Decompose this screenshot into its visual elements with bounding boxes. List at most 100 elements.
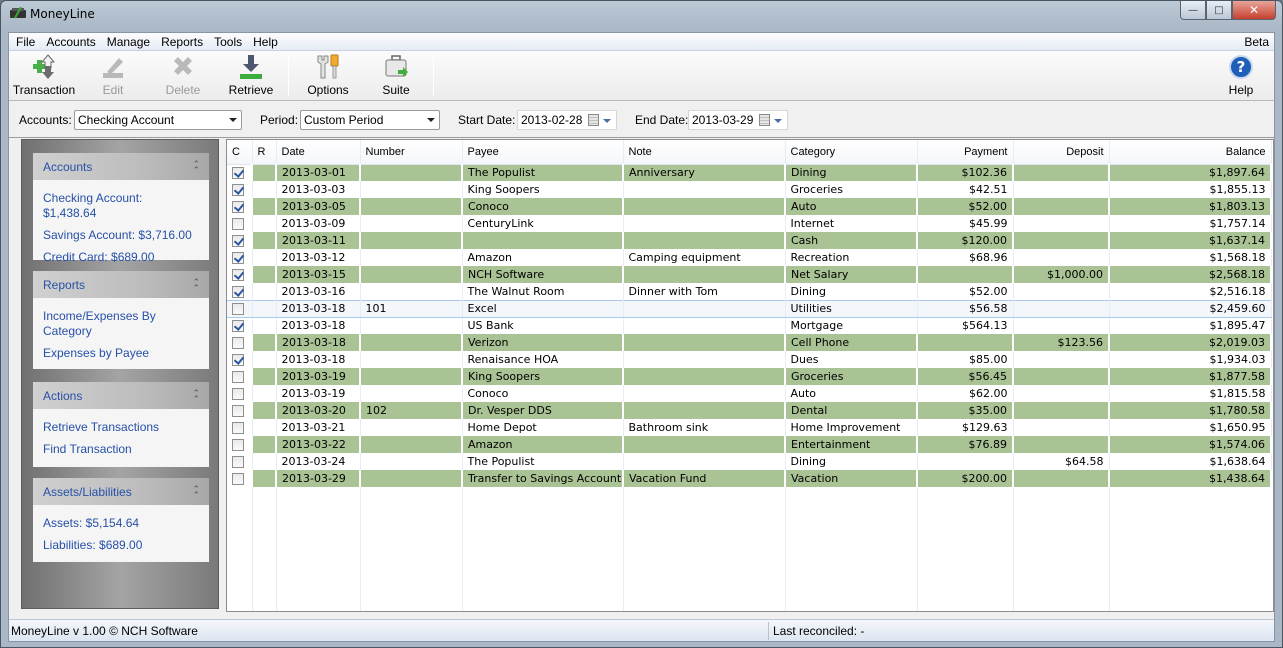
- cell-payee: King Soopers: [462, 181, 624, 198]
- sidebar: Accounts ⌃ ⌃ Checking Account: $1,438.64 …: [21, 139, 219, 609]
- cleared-checkbox[interactable]: [232, 388, 244, 400]
- cleared-checkbox[interactable]: [232, 320, 244, 333]
- accounts-value: Checking Account: [78, 113, 175, 127]
- table-row[interactable]: 2013-03-19 King Soopers Groceries $56.45 $1,…: [227, 368, 1272, 385]
- table-row[interactable]: 2013-03-05 Conoco Auto $52.00 $1,803.13: [227, 198, 1272, 215]
- period-dropdown[interactable]: Custom Period: [300, 110, 440, 130]
- table-row[interactable]: 2013-03-15 NCH Software Net Salary $1,000.0…: [227, 266, 1272, 283]
- cleared-checkbox[interactable]: [232, 269, 244, 281]
- cleared-checkbox[interactable]: [232, 473, 244, 485]
- cell-balance: $1,897.64: [1109, 164, 1272, 181]
- col-header-payee[interactable]: Payee: [462, 140, 624, 165]
- collapse-chevron-icon[interactable]: ⌃ ⌃: [192, 388, 199, 403]
- col-header-category[interactable]: Category: [785, 140, 918, 165]
- table-row[interactable]: 2013-03-21 Home Depot Bathroom sink Home Im…: [227, 419, 1272, 436]
- calendar-icon[interactable]: [759, 114, 770, 126]
- assets-link[interactable]: Assets: $5,154.64: [43, 516, 199, 531]
- table-row[interactable]: 2013-03-03 King Soopers Groceries $42.51 $1,…: [227, 181, 1272, 198]
- cell-deposit: [1013, 385, 1110, 402]
- transaction-button[interactable]: Transaction: [12, 53, 76, 99]
- end-date-field[interactable]: 2013-03-29: [688, 110, 788, 130]
- suite-button[interactable]: Suite: [374, 53, 418, 99]
- menu-tools[interactable]: Tools: [210, 33, 246, 51]
- delete-button[interactable]: Delete: [161, 53, 205, 99]
- cleared-checkbox[interactable]: [232, 167, 244, 180]
- table-row[interactable]: 2013-03-18 101 Excel Utilities $56.58 $2,459.…: [227, 299, 1272, 318]
- cell-number: [360, 266, 463, 283]
- menu-file[interactable]: File: [12, 33, 39, 51]
- start-date-field[interactable]: 2013-02-28: [517, 110, 617, 130]
- menu-accounts[interactable]: Accounts: [42, 33, 99, 51]
- retrieve-button[interactable]: Retrieve: [227, 53, 275, 99]
- calendar-icon[interactable]: [588, 114, 599, 126]
- cell-note: [623, 317, 786, 334]
- table-row[interactable]: 2013-03-18 Verizon Cell Phone $123.56 $2,019…: [227, 334, 1272, 351]
- table-row[interactable]: 2013-03-18 Renaisance HOA Dues $85.00 $1,934…: [227, 351, 1272, 368]
- options-button[interactable]: Options: [304, 53, 352, 99]
- assets-liabilities-panel-header[interactable]: Assets/Liabilities ⌃ ⌃: [33, 478, 209, 505]
- actions-panel-header[interactable]: Actions ⌃ ⌃: [33, 382, 209, 409]
- table-row[interactable]: 2013-03-18 US Bank Mortgage $564.13 $1,895.4…: [227, 317, 1272, 334]
- cleared-checkbox[interactable]: [232, 422, 244, 434]
- col-header-reconciled[interactable]: R: [252, 140, 277, 165]
- table-row[interactable]: 2013-03-16 The Walnut Room Dinner with Tom…: [227, 283, 1272, 300]
- col-header-note[interactable]: Note: [623, 140, 786, 165]
- col-header-date[interactable]: Date: [276, 140, 361, 165]
- cleared-checkbox[interactable]: [232, 285, 244, 298]
- checking-account-link[interactable]: Checking Account: $1,438.64: [43, 191, 199, 221]
- collapse-chevron-icon[interactable]: ⌃ ⌃: [192, 484, 199, 499]
- cell-payment: $68.96: [917, 249, 1014, 266]
- find-transaction-link[interactable]: Find Transaction: [43, 442, 199, 457]
- close-button[interactable]: ✕: [1232, 1, 1276, 20]
- menu-manage[interactable]: Manage: [103, 33, 154, 51]
- cleared-checkbox[interactable]: [232, 252, 244, 264]
- cleared-checkbox[interactable]: [232, 456, 244, 468]
- cleared-checkbox[interactable]: [232, 218, 244, 230]
- col-header-payment[interactable]: Payment: [917, 140, 1014, 165]
- cleared-checkbox[interactable]: [232, 184, 244, 196]
- cell-payment: $56.45: [917, 368, 1014, 385]
- savings-account-link[interactable]: Savings Account: $3,716.00: [43, 228, 199, 243]
- table-row[interactable]: 2013-03-11 Cash $120.00 $1,637.14: [227, 232, 1272, 249]
- table-row[interactable]: 2013-03-19 Conoco Auto $62.00 $1,815.58: [227, 385, 1272, 402]
- retrieve-transactions-link[interactable]: Retrieve Transactions: [43, 420, 199, 435]
- cleared-checkbox[interactable]: [232, 354, 244, 366]
- cleared-checkbox[interactable]: [232, 201, 244, 213]
- expenses-by-payee-link[interactable]: Expenses by Payee: [43, 346, 199, 361]
- table-row[interactable]: 2013-03-24 The Populist Dining $64.58 $1,638…: [227, 453, 1272, 470]
- cleared-checkbox[interactable]: [232, 303, 244, 315]
- col-header-number[interactable]: Number: [360, 140, 463, 165]
- reports-panel-header[interactable]: Reports ⌃ ⌃: [33, 271, 209, 298]
- table-row[interactable]: 2013-03-01 The Populist Anniversary Dining $…: [227, 164, 1272, 181]
- cleared-checkbox[interactable]: [232, 405, 244, 417]
- cell-number: [360, 181, 463, 198]
- minimize-button[interactable]: —: [1180, 1, 1206, 20]
- cleared-checkbox[interactable]: [232, 235, 244, 247]
- credit-card-link[interactable]: Credit Card: $689.00: [43, 250, 199, 265]
- income-expenses-report-link[interactable]: Income/Expenses By Category: [43, 309, 199, 339]
- cleared-checkbox[interactable]: [232, 371, 244, 383]
- table-row[interactable]: 2013-03-09 CenturyLink Internet $45.99 $1,75…: [227, 215, 1272, 232]
- col-header-deposit[interactable]: Deposit: [1013, 140, 1110, 165]
- table-row[interactable]: 2013-03-22 Amazon Entertainment $76.89 $1,57…: [227, 436, 1272, 453]
- cell-payment: $52.00: [917, 283, 1014, 300]
- liabilities-link[interactable]: Liabilities: $689.00: [43, 538, 199, 553]
- collapse-chevron-icon[interactable]: ⌃ ⌃: [192, 277, 199, 292]
- edit-button[interactable]: Edit: [93, 53, 133, 99]
- col-header-balance[interactable]: Balance: [1109, 140, 1272, 165]
- table-row[interactable]: 2013-03-29 Transfer to Savings Account Vac…: [227, 470, 1272, 487]
- help-button[interactable]: ? Help: [1222, 53, 1260, 99]
- menu-help[interactable]: Help: [249, 33, 282, 51]
- accounts-panel-header[interactable]: Accounts ⌃ ⌃: [33, 153, 209, 180]
- collapse-chevron-icon[interactable]: ⌃ ⌃: [192, 159, 199, 174]
- cleared-checkbox[interactable]: [232, 337, 244, 349]
- cleared-checkbox[interactable]: [232, 439, 244, 451]
- accounts-dropdown[interactable]: Checking Account: [74, 110, 242, 130]
- cell-date: 2013-03-19: [276, 368, 361, 385]
- table-row[interactable]: 2013-03-12 Amazon Camping equipment Recreat…: [227, 249, 1272, 266]
- maximize-button[interactable]: □: [1206, 1, 1232, 20]
- col-header-cleared[interactable]: C: [227, 140, 253, 165]
- cell-cleared: [227, 299, 253, 318]
- table-row[interactable]: 2013-03-20 102 Dr. Vesper DDS Dental $35.00 $…: [227, 402, 1272, 419]
- menu-reports[interactable]: Reports: [157, 33, 207, 51]
